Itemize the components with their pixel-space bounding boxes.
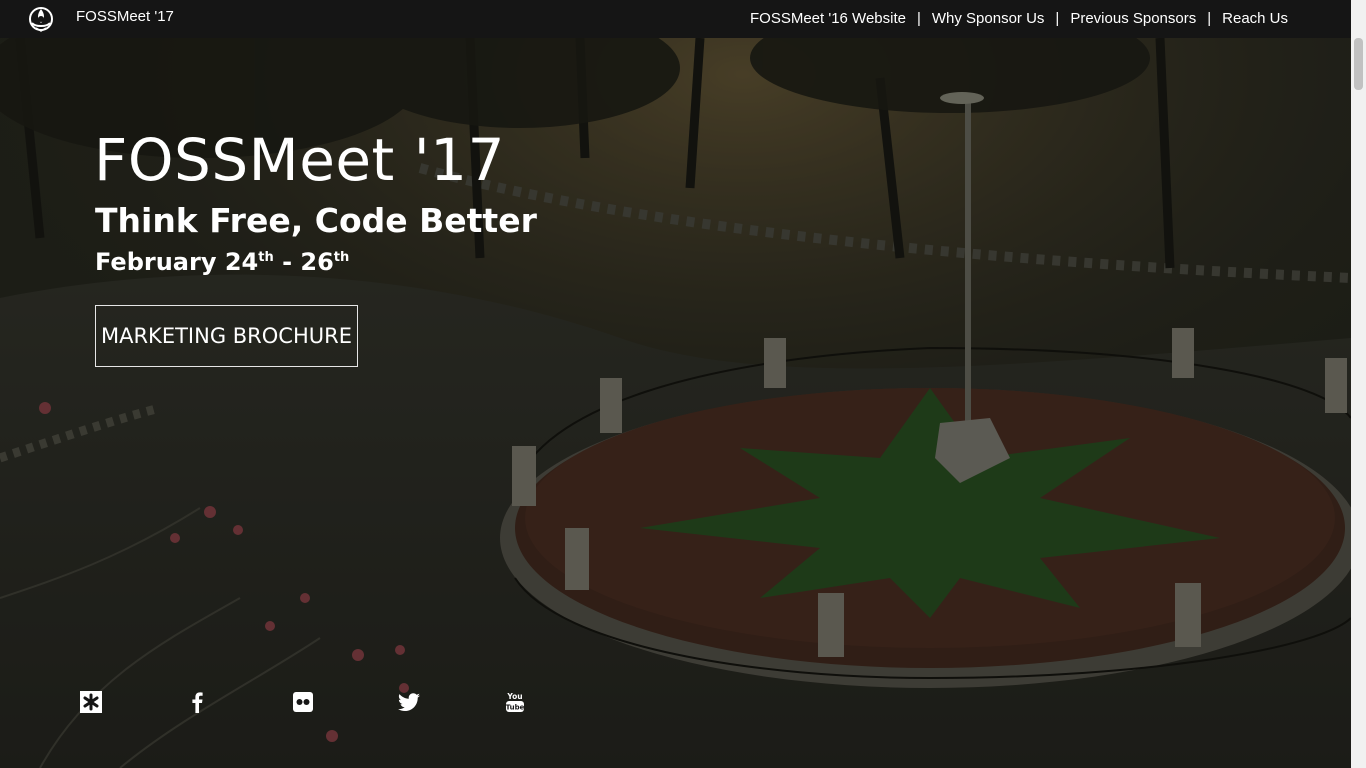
date-dash: - (273, 248, 301, 276)
hero-title: FOSSMeet '17 (94, 126, 505, 194)
svg-text:Tube: Tube (506, 704, 525, 712)
hero-section: FOSSMeet '17 Think Free, Code Better Feb… (0, 38, 1351, 768)
fossmeet-logo-icon[interactable] (27, 5, 55, 33)
facebook-icon[interactable] (185, 690, 209, 714)
youtube-icon[interactable]: You Tube (503, 690, 527, 714)
top-navbar: FOSSMeet '17 FOSSMeet '16 Website | Why … (0, 0, 1351, 38)
end-date-suffix: th (333, 250, 350, 265)
twitter-icon[interactable] (397, 690, 421, 714)
brand-link[interactable]: FOSSMeet '17 (76, 8, 174, 25)
nav-link-previous-sponsors[interactable]: Previous Sponsors (1070, 10, 1196, 27)
nav-links: FOSSMeet '16 Website | Why Sponsor Us | … (750, 10, 1288, 27)
nav-separator: | (1055, 10, 1060, 27)
hero-tagline: Think Free, Code Better (95, 201, 537, 240)
social-links: You Tube (79, 690, 539, 716)
nav-link-fossmeet-16-website[interactable]: FOSSMeet '16 Website (750, 10, 906, 27)
start-date-suffix: th (258, 250, 274, 265)
scrollbar-thumb[interactable] (1354, 38, 1363, 90)
start-date: February 24 (95, 248, 259, 276)
vertical-scrollbar[interactable] (1351, 0, 1366, 768)
nav-separator: | (916, 10, 921, 27)
nav-link-why-sponsor-us[interactable]: Why Sponsor Us (932, 10, 1045, 27)
event-dates: February 24th - 26th (95, 248, 349, 276)
diaspora-icon[interactable] (79, 690, 103, 714)
svg-text:You: You (506, 692, 522, 701)
flickr-icon[interactable] (291, 690, 315, 714)
end-date: 26 (300, 248, 334, 276)
nav-separator: | (1207, 10, 1212, 27)
marketing-brochure-button[interactable]: MARKETING BROCHURE (95, 305, 358, 367)
nav-link-reach-us[interactable]: Reach Us (1222, 10, 1288, 27)
